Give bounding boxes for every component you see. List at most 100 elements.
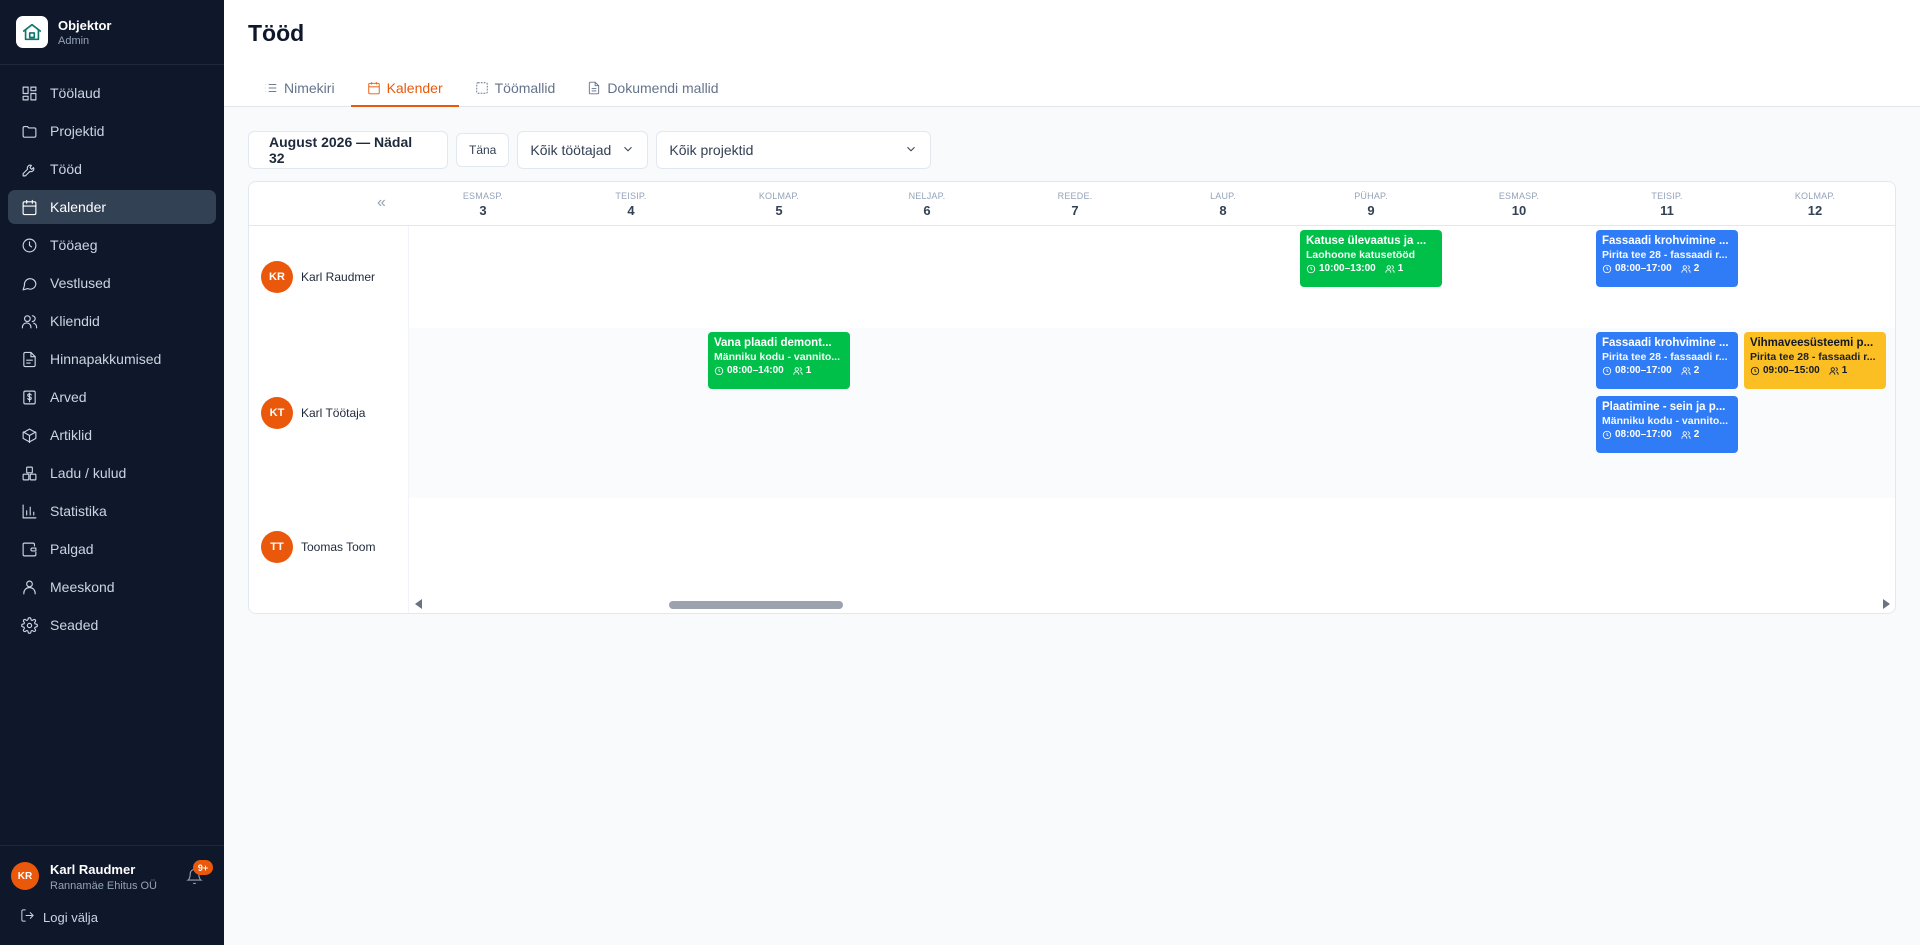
- tab-dokumendi-mallid[interactable]: Dokumendi mallid: [571, 70, 734, 106]
- day-column-header: ESMASP. 3: [409, 191, 557, 218]
- sidebar-item-arved[interactable]: Arved: [8, 380, 216, 414]
- sidebar-item-töölaud[interactable]: Töölaud: [8, 76, 216, 110]
- event-meta: 08:00–17:00 2: [1602, 429, 1732, 440]
- scrollbar-thumb[interactable]: [669, 601, 843, 609]
- chevron-down-icon: [621, 142, 635, 159]
- sidebar-item-label: Statistika: [50, 503, 107, 519]
- day-number: 8: [1219, 203, 1227, 218]
- day-column-header: PÜHAP. 9: [1297, 191, 1445, 218]
- week-calendar: « ESMASP. 3 TEISIP. 4 KOLMAP. 5 NELJAP. 6 REEDE.…: [248, 181, 1896, 614]
- sidebar-item-label: Meeskond: [50, 579, 115, 595]
- invoice-icon: [20, 388, 38, 406]
- tab-töömallid[interactable]: Töömallid: [459, 70, 572, 106]
- day-name: KOLMAP.: [758, 191, 800, 201]
- day-name: KOLMAP.: [1794, 191, 1836, 201]
- event-project: Männiku kodu - vannito...: [714, 351, 840, 363]
- sidebar-item-tööd[interactable]: Tööd: [8, 152, 216, 186]
- logout-button[interactable]: Logi välja: [20, 908, 98, 926]
- calendar-event[interactable]: Fassaadi krohvimine ... Pirita tee 28 - f…: [1596, 332, 1738, 389]
- sidebar: Objektor Admin Töölaud Projektid Tööd Kalen…: [0, 0, 224, 945]
- brand[interactable]: Objektor Admin: [16, 14, 111, 50]
- calendar-event[interactable]: Vihmaveesüsteemi p... Pirita tee 28 - fas…: [1744, 332, 1886, 389]
- users-icon: [1829, 366, 1842, 376]
- list-icon: [264, 81, 284, 95]
- clock-icon: [714, 366, 727, 376]
- event-count: 1: [1841, 365, 1848, 376]
- sidebar-item-label: Tööaeg: [50, 237, 98, 253]
- event-title: Vihmaveesüsteemi p...: [1750, 337, 1874, 349]
- today-button[interactable]: Täna: [456, 133, 510, 167]
- clock-icon: [20, 236, 38, 254]
- tab-label: Dokumendi mallid: [607, 80, 719, 96]
- project-filter-select[interactable]: Kõik projektid: [656, 131, 932, 169]
- event-project: Pirita tee 28 - fassaadi r...: [1602, 351, 1728, 363]
- employee-row-header[interactable]: TT Toomas Toom: [261, 530, 375, 563]
- sidebar-item-label: Töölaud: [50, 85, 101, 101]
- sidebar-item-hinnapakkumised[interactable]: Hinnapakkumised: [8, 342, 216, 376]
- sidebar-item-tööaeg[interactable]: Tööaeg: [8, 228, 216, 262]
- sidebar-item-projektid[interactable]: Projektid: [8, 114, 216, 148]
- assignee-count: 1: [793, 365, 811, 376]
- event-meta: 09:00–15:00 1: [1750, 365, 1880, 376]
- avatar: KR: [261, 261, 293, 293]
- users-icon: [1681, 430, 1694, 440]
- dashboard-icon: [20, 84, 38, 102]
- employee-row-header[interactable]: KR Karl Raudmer: [261, 261, 375, 293]
- chart-icon: [20, 502, 38, 520]
- employee-filter-select[interactable]: Kõik töötajad: [517, 131, 649, 169]
- event-count: 2: [1693, 263, 1700, 274]
- event-time: 09:00–15:00: [1763, 365, 1820, 376]
- day-name: NELJAP.: [908, 191, 946, 201]
- calendar-toolbar: August 2026 — Nädal 32 Täna Kõik töötaja…: [248, 131, 932, 169]
- sidebar-item-vestlused[interactable]: Vestlused: [8, 266, 216, 300]
- users-icon: [1681, 366, 1694, 376]
- sidebar-item-kliendid[interactable]: Kliendid: [8, 304, 216, 338]
- assignee-count: 1: [1385, 263, 1403, 274]
- day-number: 11: [1660, 203, 1674, 218]
- day-number: 4: [627, 203, 635, 218]
- sidebar-item-palgad[interactable]: Palgad: [8, 532, 216, 566]
- calendar-header: « ESMASP. 3 TEISIP. 4 KOLMAP. 5 NELJAP. 6 REEDE.…: [249, 182, 1895, 226]
- divider: [0, 64, 224, 65]
- tab-nimekiri[interactable]: Nimekiri: [248, 70, 351, 106]
- sidebar-item-ladu-kulud[interactable]: Ladu / kulud: [8, 456, 216, 490]
- day-name: LAUP.: [1210, 191, 1236, 201]
- event-title: Fassaadi krohvimine ...: [1602, 235, 1729, 247]
- day-column-header: REEDE. 7: [1001, 191, 1149, 218]
- event-meta: 08:00–17:00 2: [1602, 263, 1732, 274]
- horizontal-scrollbar[interactable]: [409, 595, 1895, 613]
- sidebar-item-artiklid[interactable]: Artiklid: [8, 418, 216, 452]
- day-name: ESMASP.: [1498, 191, 1540, 201]
- clock-icon: [1602, 430, 1615, 440]
- sidebar-item-statistika[interactable]: Statistika: [8, 494, 216, 528]
- tab-bar: Nimekiri Kalender Töömallid Dokumendi malli…: [248, 70, 735, 107]
- avatar: TT: [261, 530, 293, 563]
- sidebar-item-label: Palgad: [50, 541, 94, 557]
- collapse-icon[interactable]: «: [377, 194, 386, 212]
- scroll-left-icon[interactable]: [415, 599, 422, 609]
- event-time: 10:00–13:00: [1319, 263, 1376, 274]
- calendar-event[interactable]: Vana plaadi demont... Männiku kodu - vann…: [708, 332, 850, 389]
- day-name: TEISIP.: [1651, 191, 1683, 201]
- clock-icon: [1750, 366, 1763, 376]
- sidebar-item-kalender[interactable]: Kalender: [8, 190, 216, 224]
- employee-row-header[interactable]: KT Karl Töötaja: [261, 397, 365, 429]
- tab-kalender[interactable]: Kalender: [350, 70, 459, 107]
- avatar[interactable]: KR: [11, 862, 39, 890]
- assignee-count: 2: [1681, 263, 1700, 274]
- event-time: 08:00–17:00: [1615, 429, 1672, 440]
- week-label[interactable]: August 2026 — Nädal 32: [248, 131, 448, 169]
- calendar-event[interactable]: Katuse ülevaatus ja ... Laohoone katusetö…: [1300, 230, 1442, 287]
- clock-icon: [1602, 264, 1615, 274]
- calendar-event[interactable]: Plaatimine - sein ja p... Männiku kodu - …: [1596, 396, 1738, 453]
- sidebar-item-label: Kliendid: [50, 313, 100, 329]
- wrench-icon: [20, 160, 38, 178]
- users-icon: [1385, 264, 1398, 274]
- scroll-right-icon[interactable]: [1883, 599, 1890, 609]
- sidebar-item-meeskond[interactable]: Meeskond: [8, 570, 216, 604]
- sidebar-item-label: Projektid: [50, 123, 105, 139]
- document-icon: [20, 350, 38, 368]
- day-column-header: LAUP. 8: [1149, 191, 1297, 218]
- calendar-event[interactable]: Fassaadi krohvimine ... Pirita tee 28 - f…: [1596, 230, 1738, 287]
- sidebar-item-seaded[interactable]: Seaded: [8, 608, 216, 642]
